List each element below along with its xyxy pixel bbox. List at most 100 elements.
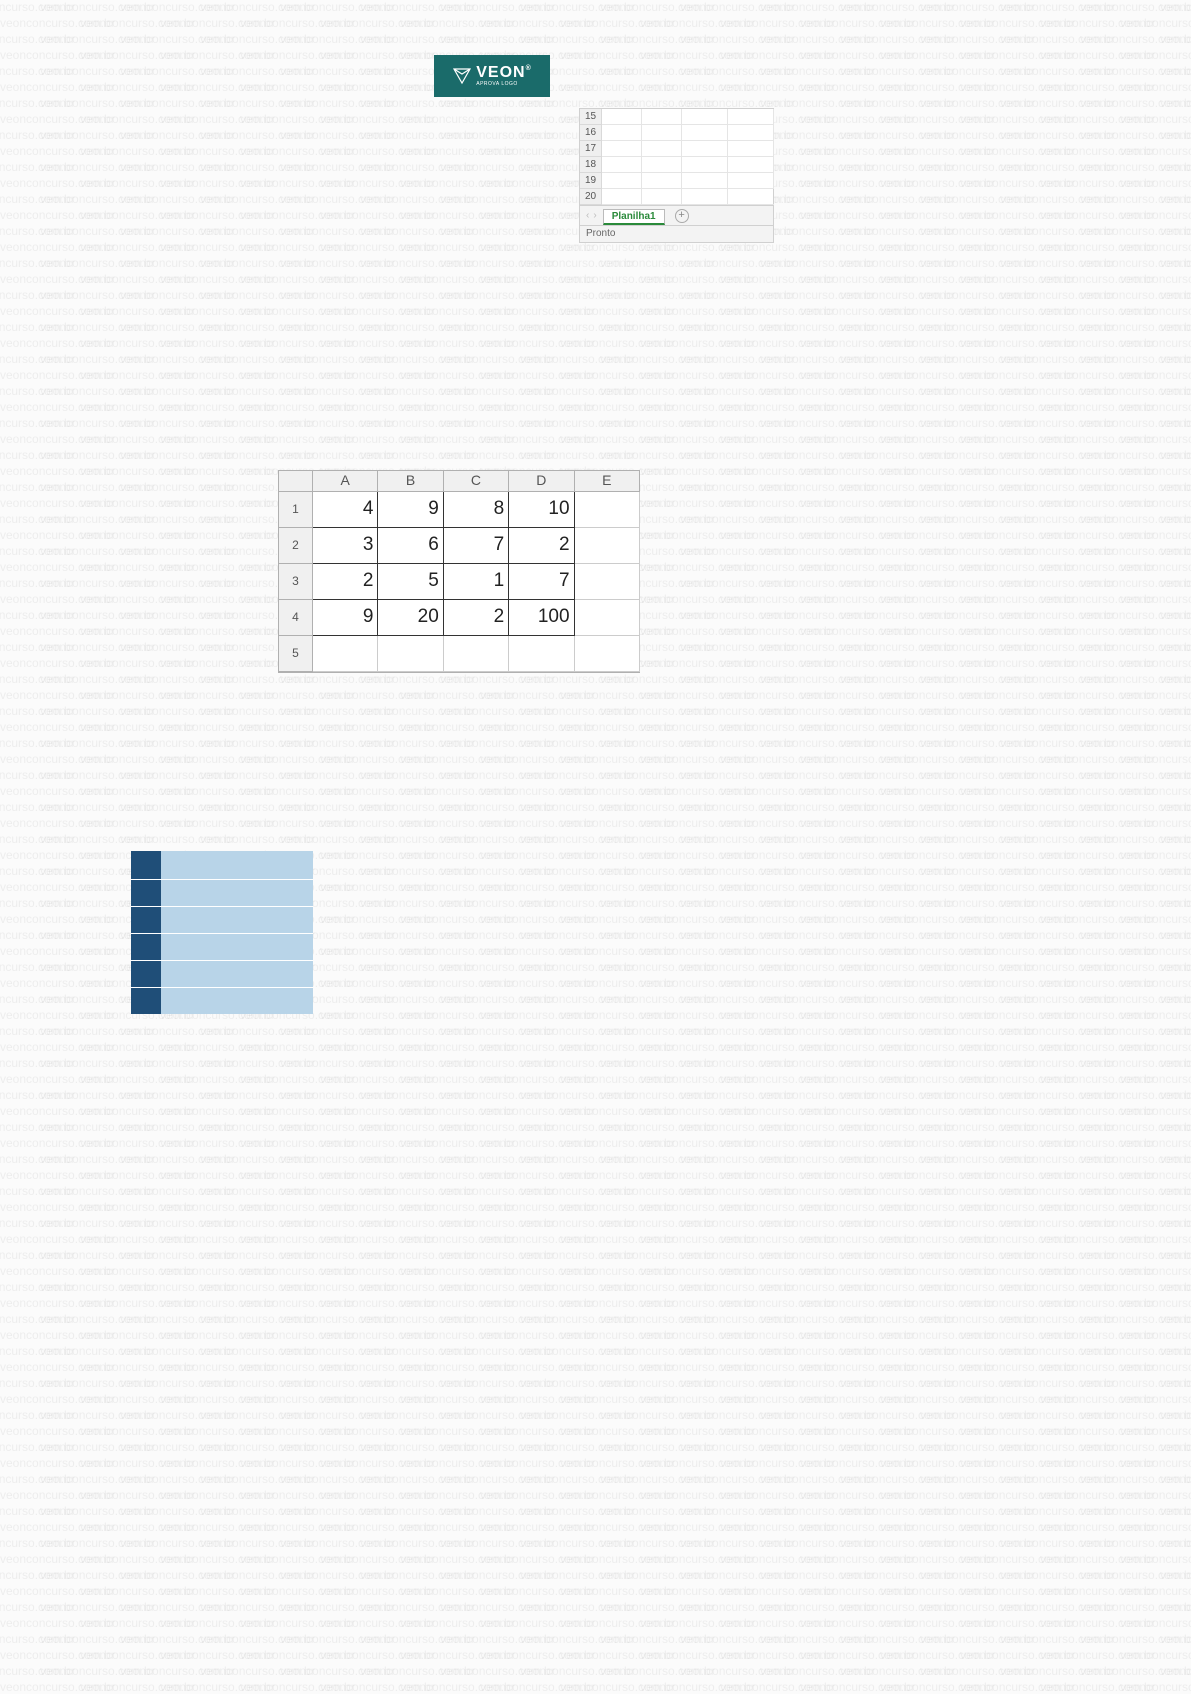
cell[interactable]	[728, 141, 774, 157]
table-cell	[161, 961, 313, 987]
worksheet-rows: 15 16 17 18 19 20	[580, 109, 773, 205]
row-header-1[interactable]: 1	[279, 492, 313, 528]
row-header-2[interactable]: 2	[279, 528, 313, 564]
table-row	[131, 879, 313, 906]
spreadsheet-main: A B C D E 1 4 9 8 10 2 3 6 7 2 3 2 5 1 7…	[278, 470, 640, 673]
table-cell-header	[131, 988, 161, 1014]
col-header-b[interactable]: B	[378, 471, 443, 492]
cell[interactable]	[682, 157, 728, 173]
cell[interactable]	[682, 109, 728, 125]
cell[interactable]	[642, 125, 682, 141]
cell-e2[interactable]	[575, 528, 640, 564]
logo-text: VEON® APROVA LOGO	[476, 65, 532, 87]
cell[interactable]	[728, 189, 774, 205]
cell[interactable]	[682, 141, 728, 157]
cell[interactable]	[602, 109, 642, 125]
cell-e1[interactable]	[575, 492, 640, 528]
cell-c2[interactable]: 7	[444, 528, 509, 564]
row-header[interactable]: 20	[580, 189, 602, 205]
cell-d1[interactable]: 10	[509, 492, 574, 528]
cell-b4[interactable]: 20	[378, 600, 443, 636]
cell[interactable]	[642, 157, 682, 173]
spreadsheet-grid: A B C D E 1 4 9 8 10 2 3 6 7 2 3 2 5 1 7…	[279, 471, 639, 672]
logo-tagline: APROVA LOGO	[476, 82, 518, 87]
cell[interactable]	[602, 141, 642, 157]
logo-brand: VEON	[476, 64, 525, 81]
cell-c3[interactable]: 1	[444, 564, 509, 600]
row-header[interactable]: 19	[580, 173, 602, 189]
sheet-tab-active[interactable]: Planilha1	[603, 209, 665, 225]
cell-a3[interactable]: 2	[313, 564, 378, 600]
table-cell	[161, 880, 313, 906]
table-cell-header	[131, 851, 161, 879]
cell[interactable]	[642, 109, 682, 125]
cell[interactable]	[602, 189, 642, 205]
cell[interactable]	[682, 173, 728, 189]
cell[interactable]	[728, 125, 774, 141]
cell-a1[interactable]: 4	[313, 492, 378, 528]
cell[interactable]	[728, 109, 774, 125]
cell[interactable]	[642, 173, 682, 189]
table-row	[131, 933, 313, 960]
row-header[interactable]: 18	[580, 157, 602, 173]
cell-b3[interactable]: 5	[378, 564, 443, 600]
table-cell-header	[131, 880, 161, 906]
table-cell	[161, 988, 313, 1014]
cell-d4[interactable]: 100	[509, 600, 574, 636]
cell[interactable]	[602, 125, 642, 141]
cell-e3[interactable]	[575, 564, 640, 600]
brand-logo: VEON® APROVA LOGO	[434, 55, 550, 97]
add-sheet-button[interactable]: +	[675, 209, 689, 223]
row-header-3[interactable]: 3	[279, 564, 313, 600]
cell-e4[interactable]	[575, 600, 640, 636]
cell[interactable]	[682, 125, 728, 141]
cell-b5[interactable]	[378, 636, 443, 672]
table-row	[131, 960, 313, 987]
row-header-4[interactable]: 4	[279, 600, 313, 636]
select-all-corner[interactable]	[279, 471, 313, 492]
cell[interactable]	[642, 141, 682, 157]
row-header[interactable]: 15	[580, 109, 602, 125]
cell-c4[interactable]: 2	[444, 600, 509, 636]
cell-d5[interactable]	[509, 636, 574, 672]
table-row	[131, 987, 313, 1014]
cell[interactable]	[728, 157, 774, 173]
status-bar: Pronto	[580, 225, 773, 242]
blue-style-table	[131, 851, 313, 1014]
col-header-e[interactable]: E	[575, 471, 640, 492]
watermark-layer: veonconcurso.com.brveonconcurso.com.brve…	[0, 0, 1191, 1684]
cell-b2[interactable]: 6	[378, 528, 443, 564]
cell-a5[interactable]	[313, 636, 378, 672]
cell-c5[interactable]	[444, 636, 509, 672]
row-header[interactable]: 16	[580, 125, 602, 141]
row-header[interactable]: 17	[580, 141, 602, 157]
table-cell	[161, 851, 313, 879]
table-cell	[161, 907, 313, 933]
sheet-nav: ‹ ›	[580, 210, 603, 221]
sheet-nav-prev-icon[interactable]: ‹	[586, 210, 589, 221]
table-cell-header	[131, 934, 161, 960]
cell[interactable]	[728, 173, 774, 189]
cell-b1[interactable]: 9	[378, 492, 443, 528]
cell[interactable]	[642, 189, 682, 205]
table-row	[131, 906, 313, 933]
col-header-d[interactable]: D	[509, 471, 574, 492]
table-row	[131, 851, 313, 879]
row-header-5[interactable]: 5	[279, 636, 313, 672]
cell-a2[interactable]: 3	[313, 528, 378, 564]
cell-e5[interactable]	[575, 636, 640, 672]
table-cell-header	[131, 961, 161, 987]
cell-a4[interactable]: 9	[313, 600, 378, 636]
cell[interactable]	[602, 173, 642, 189]
col-header-c[interactable]: C	[444, 471, 509, 492]
cell-d2[interactable]: 2	[509, 528, 574, 564]
cell-c1[interactable]: 8	[444, 492, 509, 528]
sheet-nav-next-icon[interactable]: ›	[593, 210, 596, 221]
logo-trademark: ®	[526, 65, 532, 72]
worksheet-bottom-snippet: 15 16 17 18 19 20 ‹ › Planilha1 + Pronto	[579, 108, 774, 243]
table-cell	[161, 934, 313, 960]
cell[interactable]	[682, 189, 728, 205]
col-header-a[interactable]: A	[313, 471, 378, 492]
cell[interactable]	[602, 157, 642, 173]
cell-d3[interactable]: 7	[509, 564, 574, 600]
